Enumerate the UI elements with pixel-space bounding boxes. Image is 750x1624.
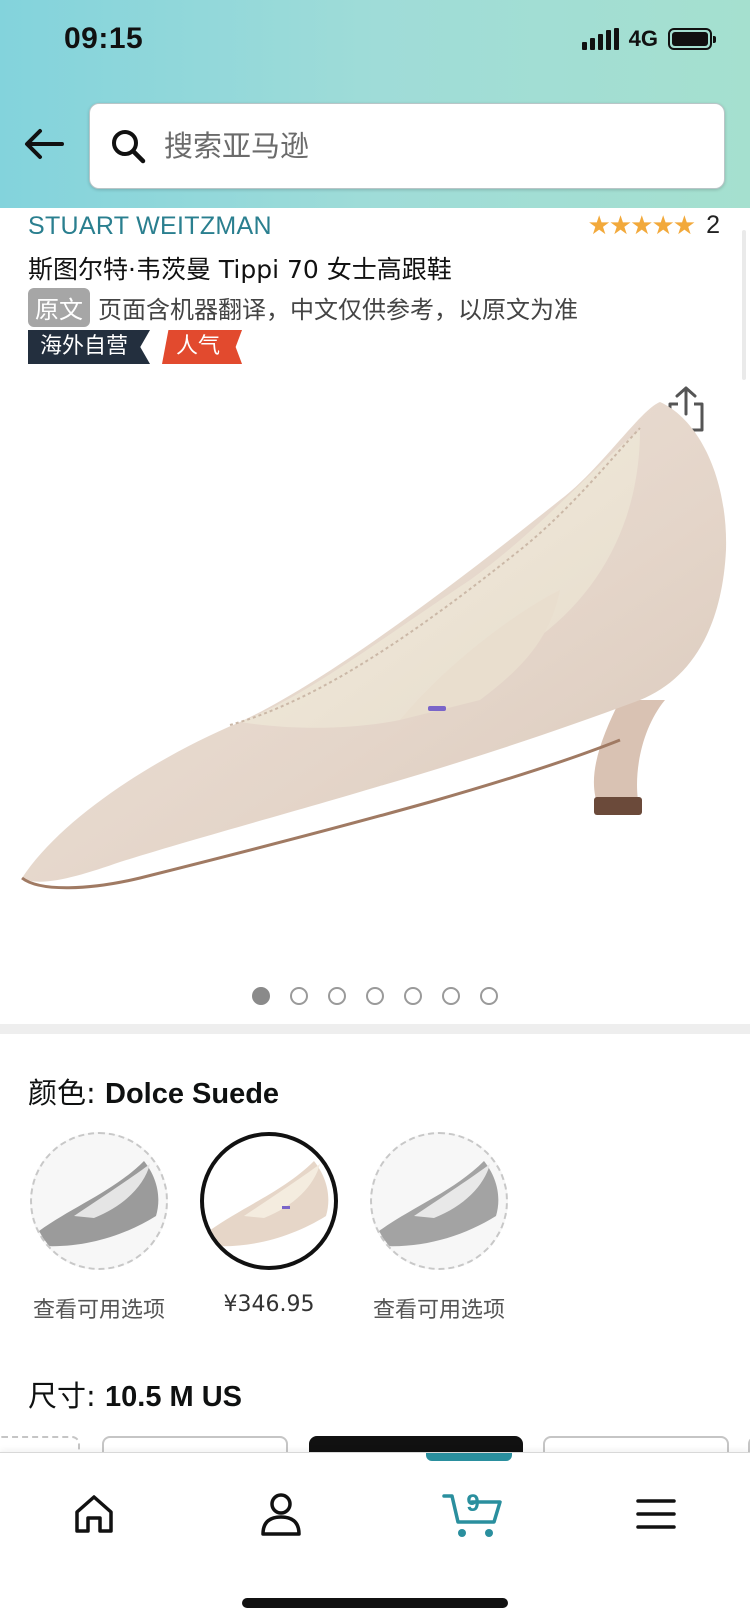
color-swatch[interactable]: 查看可用选项: [30, 1132, 168, 1324]
status-icons: 4G: [581, 26, 716, 52]
nav-home[interactable]: [54, 1479, 134, 1549]
product-image[interactable]: [0, 400, 750, 960]
nav-menu[interactable]: [616, 1479, 696, 1549]
overseas-badge: 海外自营: [28, 330, 151, 364]
translation-note: 页面含机器翻译，中文仅供参考，以原文为准: [98, 296, 578, 324]
network-type: 4G: [628, 26, 658, 51]
image-pagination: [0, 987, 750, 1005]
cart-count: 9: [466, 1490, 480, 1517]
cart-icon-wrap: 9: [442, 1488, 504, 1540]
pagination-dot[interactable]: [252, 987, 270, 1005]
pagination-dot[interactable]: [328, 987, 346, 1005]
rating[interactable]: ★★★★★ 2: [588, 210, 720, 241]
swatch-image: [200, 1132, 338, 1270]
color-swatch-selected[interactable]: ¥346.95: [200, 1132, 338, 1324]
swatch-image: [370, 1132, 508, 1270]
search-bar[interactable]: [89, 103, 725, 189]
section-divider: [0, 1024, 750, 1034]
search-icon: [112, 130, 146, 164]
swatch-price: ¥346.95: [223, 1292, 315, 1317]
account-icon: [261, 1493, 301, 1536]
rating-count: 2: [706, 211, 720, 239]
original-text-button[interactable]: 原文: [28, 288, 90, 327]
size-label: 尺寸:: [28, 1379, 105, 1413]
back-button[interactable]: [22, 122, 66, 166]
active-tab-indicator: [426, 1453, 512, 1461]
size-value: 10.5 M US: [105, 1381, 242, 1413]
color-swatch[interactable]: 查看可用选项: [370, 1132, 508, 1324]
pagination-dot[interactable]: [366, 987, 384, 1005]
color-value: Dolce Suede: [105, 1078, 280, 1110]
swatch-label: 查看可用选项: [372, 1298, 505, 1323]
status-time: 09:15: [64, 22, 144, 55]
size-heading: 尺寸: 10.5 M US: [28, 1373, 242, 1415]
color-label: 颜色:: [28, 1076, 105, 1110]
product-title: 斯图尔特·韦茨曼 Tippi 70 女士高跟鞋: [28, 255, 452, 284]
swatch-image: [30, 1132, 168, 1270]
home-icon: [75, 1495, 113, 1533]
color-heading: 颜色: Dolce Suede: [28, 1070, 279, 1112]
pagination-dot[interactable]: [404, 987, 422, 1005]
search-input[interactable]: [164, 129, 684, 163]
signal-icon: [581, 28, 619, 50]
pagination-dot[interactable]: [442, 987, 460, 1005]
badges: 海外自营 人气: [28, 330, 243, 364]
home-indicator[interactable]: [242, 1598, 508, 1608]
popular-badge: 人气: [162, 330, 243, 364]
star-rating-icon: ★★★★★: [587, 210, 697, 240]
nav-cart[interactable]: 9: [428, 1479, 518, 1549]
menu-icon: [636, 1499, 676, 1529]
translation-notice: 原文 页面含机器翻译，中文仅供参考，以原文为准: [28, 288, 578, 327]
top-header: 09:15 4G: [0, 0, 750, 208]
scroll-indicator: [742, 230, 746, 380]
nav-account[interactable]: [241, 1479, 321, 1549]
brand-link[interactable]: STUART WEITZMAN: [28, 212, 272, 241]
battery-icon: [668, 28, 716, 50]
pagination-dot[interactable]: [480, 987, 498, 1005]
arrow-left-icon: [25, 129, 64, 159]
pagination-dot[interactable]: [290, 987, 308, 1005]
swatch-label: 查看可用选项: [32, 1298, 165, 1323]
color-swatches: 查看可用选项 ¥346.95 查看可用选项: [30, 1132, 508, 1324]
